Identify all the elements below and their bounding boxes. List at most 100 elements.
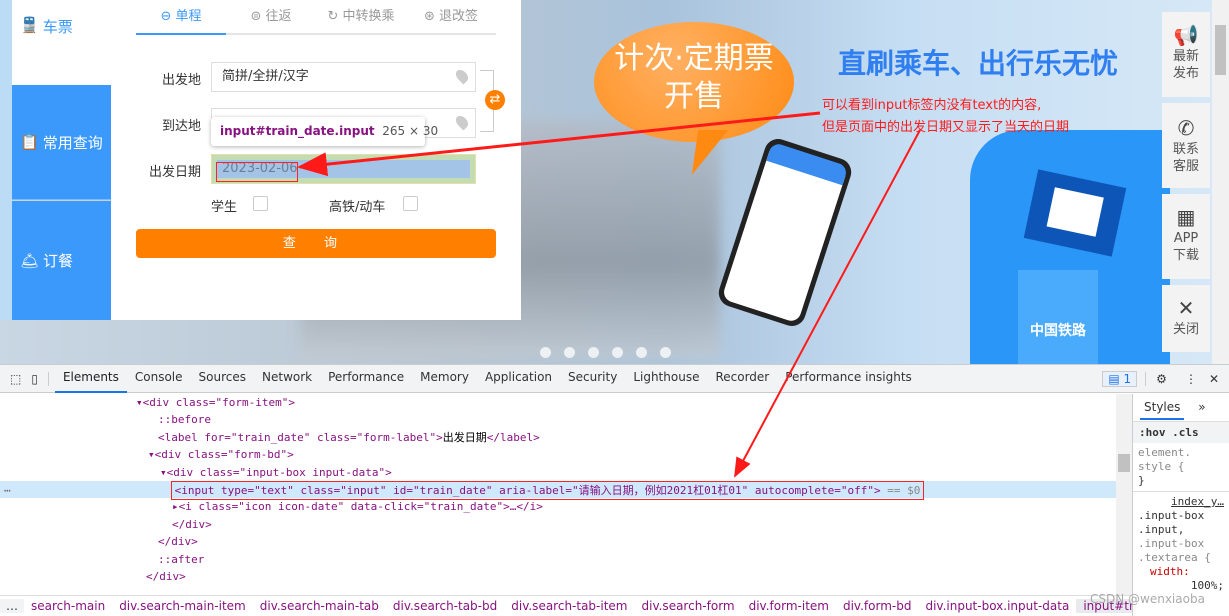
node-text: ::before <box>158 413 211 427</box>
dom-tree: ▾<div class="form-item"> ::before <label… <box>0 394 1116 595</box>
round-trip-icon: ⊜ <box>250 9 266 24</box>
dom-node[interactable]: ::after <box>0 551 1116 568</box>
tab-transfer[interactable]: ↻ 中转换乘 <box>316 0 406 33</box>
cls-toggle[interactable]: .cls <box>1172 426 1199 439</box>
sidebar-item-tickets[interactable]: 🚆 车票 <box>12 0 111 85</box>
service-bell-icon: 🛎 <box>20 251 40 270</box>
devtools-tab-elements[interactable]: Elements <box>54 364 127 393</box>
devtools-tab-recorder[interactable]: Recorder <box>707 364 777 393</box>
inspect-tooltip: input#train_date.input 265 × 30 <box>211 117 438 146</box>
refund-icon: ⊛ <box>423 9 439 24</box>
devtools-tab-console[interactable]: Console <box>127 364 191 393</box>
search-panel: ⊖ 单程 ⊜ 往返 ↻ 中转换乘 ⊛ 退改签 出发地 简拼/全拼/汉字 ⇄ 到达… <box>111 0 521 320</box>
style-selector: .input-box <box>1138 509 1205 522</box>
styles-tab[interactable]: Styles <box>1140 400 1185 420</box>
to-label: 到达地 <box>161 119 201 134</box>
dom-node[interactable]: ▸<i class="icon icon-date" data-click="t… <box>0 498 1116 515</box>
carousel-dot[interactable] <box>636 347 647 358</box>
device-toggle-icon[interactable]: ▯ <box>27 371 49 386</box>
close-devtools-icon[interactable]: ✕ <box>1205 372 1229 386</box>
sidebar-item-meal[interactable]: 🛎 订餐 <box>12 201 111 320</box>
contact-service-button[interactable]: ✆ 联系 客服 <box>1162 103 1210 188</box>
sidebar-strip <box>0 0 12 320</box>
breadcrumb-item[interactable]: div.form-bd <box>836 599 918 613</box>
devtools-tab-performance-insights[interactable]: Performance insights <box>777 364 920 393</box>
date-label: 出发日期 <box>148 165 201 180</box>
note-line1: 可以看到input标签内没有text的内容, <box>822 98 1042 113</box>
breadcrumb-item[interactable]: div.search-tab-item <box>504 599 634 613</box>
settings-gear-icon[interactable]: ⚙ <box>1145 371 1177 386</box>
node-text: </label> <box>486 430 540 444</box>
banner-bubble: 计次·定期票 开售 <box>594 22 794 142</box>
latest-news-button[interactable]: 📢 最新 发布 <box>1162 12 1210 97</box>
devtools-panel: ⬚ ▯ Elements Console Sources Network Perform… <box>0 364 1229 616</box>
breadcrumb-item[interactable]: div.search-main-item <box>112 599 253 613</box>
carousel-dot[interactable] <box>588 347 599 358</box>
carousel-dot[interactable] <box>540 347 551 358</box>
page-scrollbar[interactable] <box>1212 0 1229 364</box>
devtools-tab-memory[interactable]: Memory <box>412 364 477 393</box>
hsr-label: 高铁/动车 <box>329 200 386 215</box>
breadcrumb-overflow[interactable]: … <box>0 599 24 613</box>
dom-node[interactable]: <label for="train_date" class="form-labe… <box>0 429 1116 446</box>
breadcrumb-item[interactable]: search-main <box>24 599 112 613</box>
from-label: 出发地 <box>161 73 201 88</box>
devtools-tab-application[interactable]: Application <box>477 364 560 393</box>
devtools-tab-sources[interactable]: Sources <box>191 364 254 393</box>
dom-node[interactable]: ▾<div class="form-bd"> <box>0 446 1116 463</box>
dom-scrollbar[interactable] <box>1116 394 1132 595</box>
tab-round-trip[interactable]: ⊜ 往返 <box>226 0 316 33</box>
more-options-icon[interactable]: ⋮ <box>1177 372 1205 386</box>
one-way-icon: ⊖ <box>160 9 176 24</box>
dom-node-selected[interactable]: ⋯ <input type="text" class="input" id="tr… <box>0 480 1116 501</box>
style-selector: .input-box <box>1138 537 1205 550</box>
carousel-dot[interactable] <box>612 347 623 358</box>
dom-node[interactable]: ▾<div class="input-box input-data"> <box>0 464 1116 481</box>
hsr-checkbox[interactable] <box>403 196 418 211</box>
devtools-tab-lighthouse[interactable]: Lighthouse <box>625 364 707 393</box>
dom-node[interactable]: ::before <box>0 411 1116 428</box>
dom-node[interactable]: </div> <box>0 568 1116 585</box>
inspect-element-icon[interactable]: ⬚ <box>0 372 27 386</box>
breadcrumb-item[interactable]: div.input-box.input-data <box>918 599 1076 613</box>
banner-slogan: 直刷乘车、出行乐无忧 <box>838 47 1119 80</box>
query-button[interactable]: 查 询 <box>136 229 496 258</box>
tab-refund[interactable]: ⊛ 退改签 <box>406 0 496 33</box>
app-download-button[interactable]: ▦ APP 下载 <box>1162 194 1210 279</box>
more-tabs-icon[interactable]: » <box>1198 400 1205 414</box>
breadcrumb-item[interactable]: div.search-tab-bd <box>386 599 504 613</box>
devtools-tab-network[interactable]: Network <box>254 364 320 393</box>
carousel-dot[interactable] <box>660 347 671 358</box>
clipboard-search-icon: 📋 <box>20 133 39 151</box>
rb-label: APP <box>1173 231 1199 246</box>
swap-stations-button[interactable]: ⇄ <box>485 90 505 110</box>
rb-label: 关闭 <box>1172 322 1199 337</box>
dom-node[interactable]: </div> <box>0 516 1116 533</box>
search-tabs: ⊖ 单程 ⊜ 往返 ↻ 中转换乘 ⊛ 退改签 <box>136 0 496 35</box>
breadcrumb-item[interactable]: div.search-main-tab <box>253 599 386 613</box>
rb-label: 发布 <box>1172 66 1199 81</box>
dom-node[interactable]: ▾<div class="form-item"> <box>0 394 1116 411</box>
tooltip-size: 265 × 30 <box>382 124 439 138</box>
carousel-dot[interactable] <box>564 347 575 358</box>
dom-node[interactable]: </div> <box>0 533 1116 550</box>
devtools-tab-performance[interactable]: Performance <box>320 364 412 393</box>
sidebar-item-common-query[interactable]: 📋 常用查询 <box>12 85 111 200</box>
styles-filter[interactable]: :hov .cls <box>1133 422 1229 443</box>
student-checkbox[interactable] <box>253 196 268 211</box>
hov-toggle[interactable]: :hov <box>1139 426 1166 439</box>
breadcrumb-item[interactable]: div.form-item <box>742 599 836 613</box>
sidebar-item-label: 车票 <box>42 18 73 36</box>
from-placeholder: 简拼/全拼/汉字 <box>222 69 309 84</box>
carousel-dots <box>540 347 671 358</box>
annotation-note: 可以看到input标签内没有text的内容, 但是页面中的出发日期又显示了当天的日… <box>822 95 1069 139</box>
tab-one-way[interactable]: ⊖ 单程 <box>136 0 226 35</box>
style-source-link[interactable]: index_y… <box>1138 495 1224 509</box>
close-toolbar-button[interactable]: ✕ 关闭 <box>1162 285 1210 352</box>
styles-pane: Styles » :hov .cls element. style {} inde… <box>1132 394 1229 616</box>
style-selector: .textarea { <box>1138 551 1211 564</box>
breadcrumb-item[interactable]: div.search-form <box>635 599 742 613</box>
devtools-tab-security[interactable]: Security <box>560 364 625 393</box>
issues-badge[interactable]: ▤ 1 <box>1102 370 1138 387</box>
from-input[interactable]: 简拼/全拼/汉字 <box>211 62 476 92</box>
